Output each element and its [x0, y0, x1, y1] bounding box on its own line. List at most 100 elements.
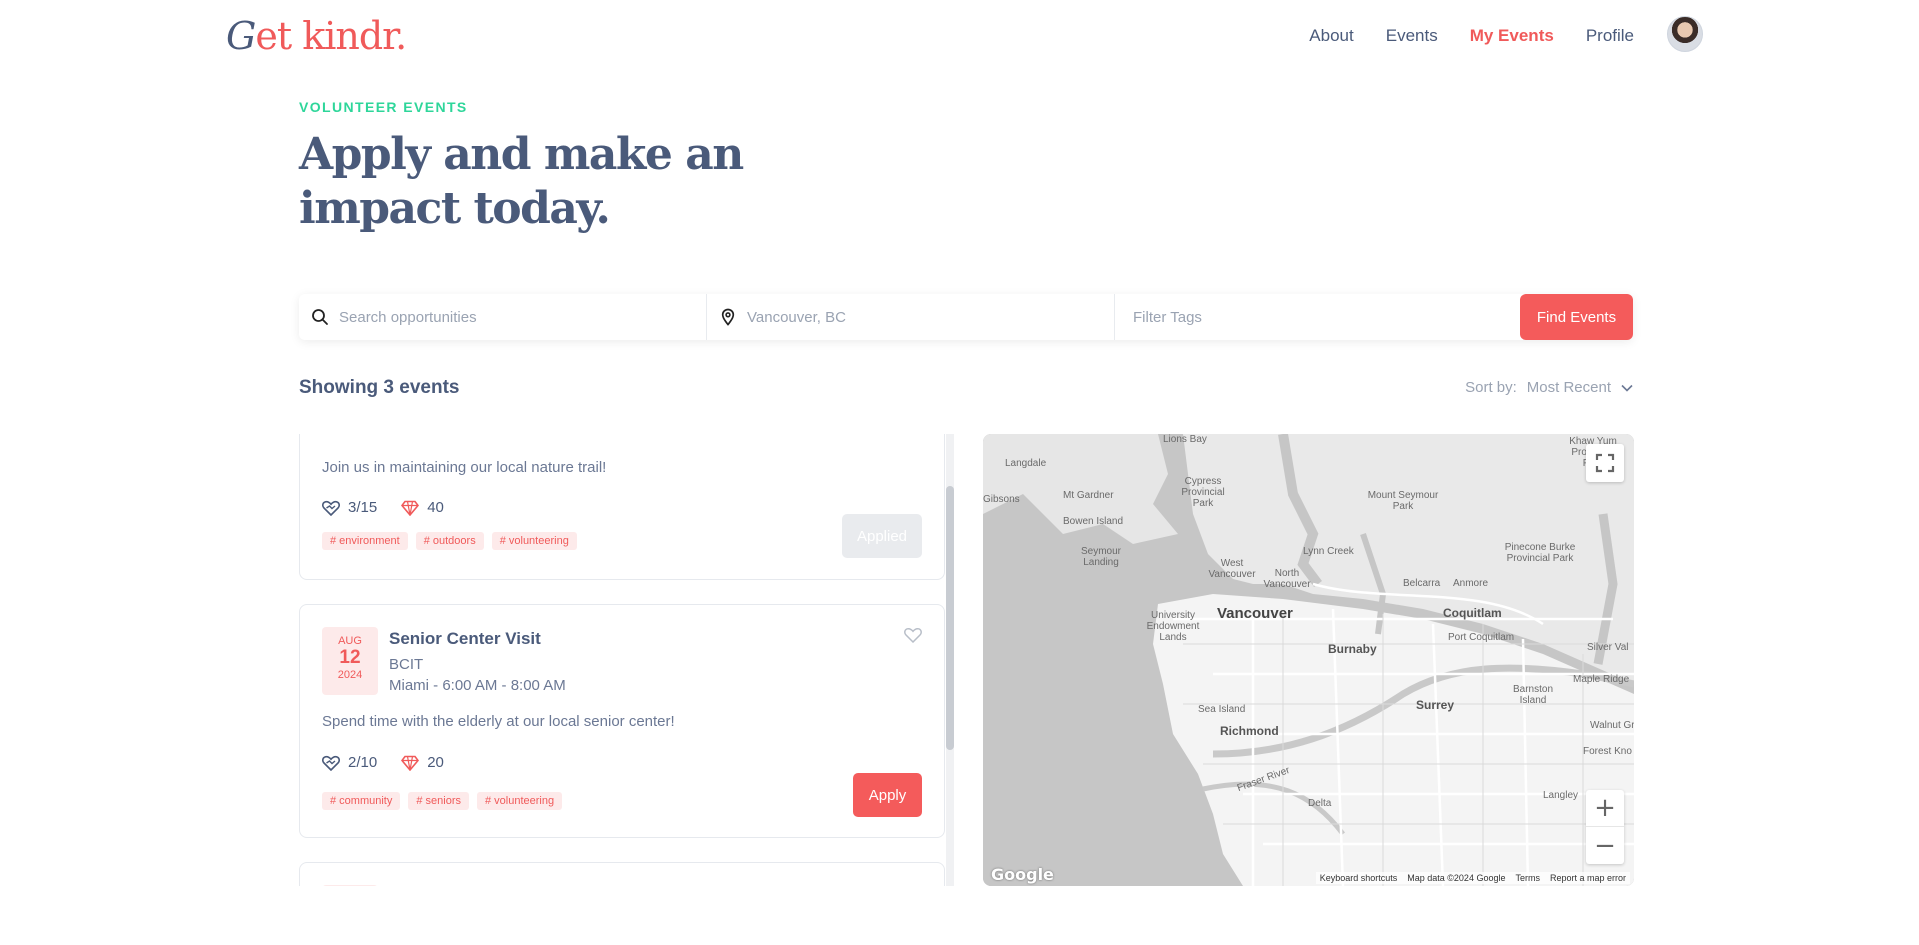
event-description: Spend time with the elderly at our local…: [322, 713, 675, 730]
apply-button[interactable]: Apply: [853, 773, 922, 817]
event-organization: BCIT: [389, 656, 424, 673]
map-label: Bowen Island: [1063, 516, 1124, 527]
tag-chip[interactable]: # outdoors: [415, 532, 484, 550]
event-date: [322, 885, 378, 886]
event-title[interactable]: Senior Center Visit: [389, 629, 541, 649]
event-card[interactable]: AUG 12 2024 Senior Center Visit BCIT Mia…: [299, 604, 945, 838]
event-tags: # community # seniors # volunteering: [322, 792, 563, 810]
event-time: Miami - 6:00 AM - 8:00 AM: [389, 677, 566, 694]
list-scrollbar-thumb[interactable]: [946, 486, 954, 750]
logo-g: G: [226, 14, 256, 58]
nav-about[interactable]: About: [1309, 26, 1353, 46]
search-icon: [312, 309, 328, 325]
volunteers-count: 2/10: [348, 754, 378, 771]
map-label: West Vancouver: [1208, 558, 1256, 580]
map-label-city: Burnaby: [1328, 642, 1377, 656]
logo[interactable]: Get kindr.: [226, 14, 407, 58]
map-label-city: Vancouver: [1217, 605, 1293, 622]
sort-value: Most Recent: [1526, 379, 1611, 396]
main-nav: About Events My Events Profile: [1309, 26, 1634, 46]
map-data-text: Map data ©2024 Google: [1407, 873, 1506, 883]
gem-icon: [401, 755, 420, 771]
map-label: Walnut Grove: [1590, 720, 1634, 731]
map-label: Delta: [1308, 798, 1332, 809]
map-label: Seymour Landing: [1080, 546, 1121, 568]
heart-icon[interactable]: [904, 627, 922, 643]
map-label: Lynn Creek: [1303, 546, 1354, 557]
event-card[interactable]: [299, 862, 945, 886]
page-title: Apply and make an impact today.: [299, 129, 744, 234]
google-logo[interactable]: Google: [991, 865, 1054, 884]
map-label: Mount Seymour Park: [1367, 490, 1439, 512]
terms-link[interactable]: Terms: [1515, 873, 1540, 883]
tag-chip[interactable]: # environment: [322, 532, 408, 550]
location-input[interactable]: [747, 308, 1114, 326]
event-card[interactable]: Join us in maintaining our local nature …: [299, 434, 945, 580]
event-stats: 2/10 20: [322, 754, 444, 771]
event-description: Join us in maintaining our local nature …: [322, 459, 607, 476]
map-label: Barnston Island: [1512, 684, 1554, 706]
search-opportunities-segment: [299, 294, 707, 340]
map-label: Silver Val: [1587, 642, 1629, 653]
location-segment: [707, 294, 1115, 340]
keyboard-shortcuts-link[interactable]: Keyboard shortcuts: [1320, 873, 1398, 883]
zoom-in-button[interactable]: +: [1586, 790, 1624, 827]
event-stats: 3/15 40: [322, 499, 444, 516]
map-label: Sea Island: [1198, 704, 1246, 715]
points-value: 20: [427, 754, 444, 771]
volunteers-count: 3/15: [348, 499, 378, 516]
map-label: Pinecone Burke Provincial Park: [1504, 542, 1576, 564]
search-input[interactable]: [339, 308, 706, 326]
zoom-out-button[interactable]: −: [1586, 827, 1624, 864]
event-year: 2024: [337, 669, 363, 681]
fullscreen-button[interactable]: [1586, 444, 1624, 482]
sort-control[interactable]: Sort by: Most Recent: [1465, 379, 1633, 396]
location-pin-icon: [721, 308, 735, 326]
map-label: Lions Bay: [1163, 434, 1207, 445]
map-label: Cypress Provincial Park: [1181, 476, 1225, 509]
map-label: Langdale: [1005, 458, 1047, 469]
chevron-down-icon: [1621, 384, 1633, 392]
zoom-control: + −: [1586, 790, 1624, 864]
map-label: Port Coquitlam: [1448, 632, 1515, 643]
applied-button[interactable]: Applied: [842, 514, 922, 558]
page: Get kindr. About Events My Events Profil…: [0, 0, 1919, 945]
tag-chip[interactable]: # seniors: [408, 792, 469, 810]
map-label-city: Richmond: [1220, 724, 1279, 738]
map-label: Belcarra: [1403, 578, 1441, 589]
event-tags: # environment # outdoors # volunteering: [322, 532, 577, 550]
tag-chip[interactable]: # volunteering: [477, 792, 563, 810]
event-date: AUG 12 2024: [322, 627, 378, 695]
map-label: Forest Kno: [1583, 746, 1632, 757]
logo-kindr: kindr.: [302, 14, 407, 58]
map-label-city: Surrey: [1416, 698, 1455, 712]
report-error-link[interactable]: Report a map error: [1550, 873, 1626, 883]
map-attribution: Keyboard shortcuts Map data ©2024 Google…: [1315, 872, 1630, 884]
map-label: Maple Ridge: [1573, 674, 1630, 685]
logo-et: et: [255, 14, 303, 58]
map-label: Mt Gardner: [1063, 490, 1114, 501]
map-label-city: Coquitlam: [1443, 606, 1502, 620]
tag-chip[interactable]: # community: [322, 792, 401, 810]
map-label: Langley: [1543, 790, 1579, 801]
event-month: AUG: [338, 635, 362, 647]
search-bar: Find Events: [299, 294, 1633, 340]
results-count: Showing 3 events: [299, 377, 460, 398]
section-eyebrow: VOLUNTEER EVENTS: [299, 99, 468, 115]
map-label: Gibsons: [983, 494, 1020, 505]
event-list[interactable]: Join us in maintaining our local nature …: [299, 434, 953, 886]
nav-my-events[interactable]: My Events: [1470, 26, 1554, 46]
map[interactable]: Lions Bay Khaw Yum Provincial Park Langd…: [983, 434, 1634, 886]
nav-events[interactable]: Events: [1386, 26, 1438, 46]
map-terrain: [983, 434, 1634, 886]
volunteers-heart-icon: [322, 500, 340, 516]
tag-chip[interactable]: # volunteering: [491, 532, 577, 550]
filter-tags-input[interactable]: [1133, 308, 1519, 326]
fullscreen-icon: [1595, 453, 1615, 473]
avatar[interactable]: [1667, 16, 1703, 52]
map-label: North Vancouver: [1263, 568, 1311, 590]
nav-profile[interactable]: Profile: [1586, 26, 1634, 46]
tags-segment: [1115, 294, 1519, 340]
find-events-button[interactable]: Find Events: [1520, 294, 1633, 340]
event-day: 12: [339, 647, 361, 668]
